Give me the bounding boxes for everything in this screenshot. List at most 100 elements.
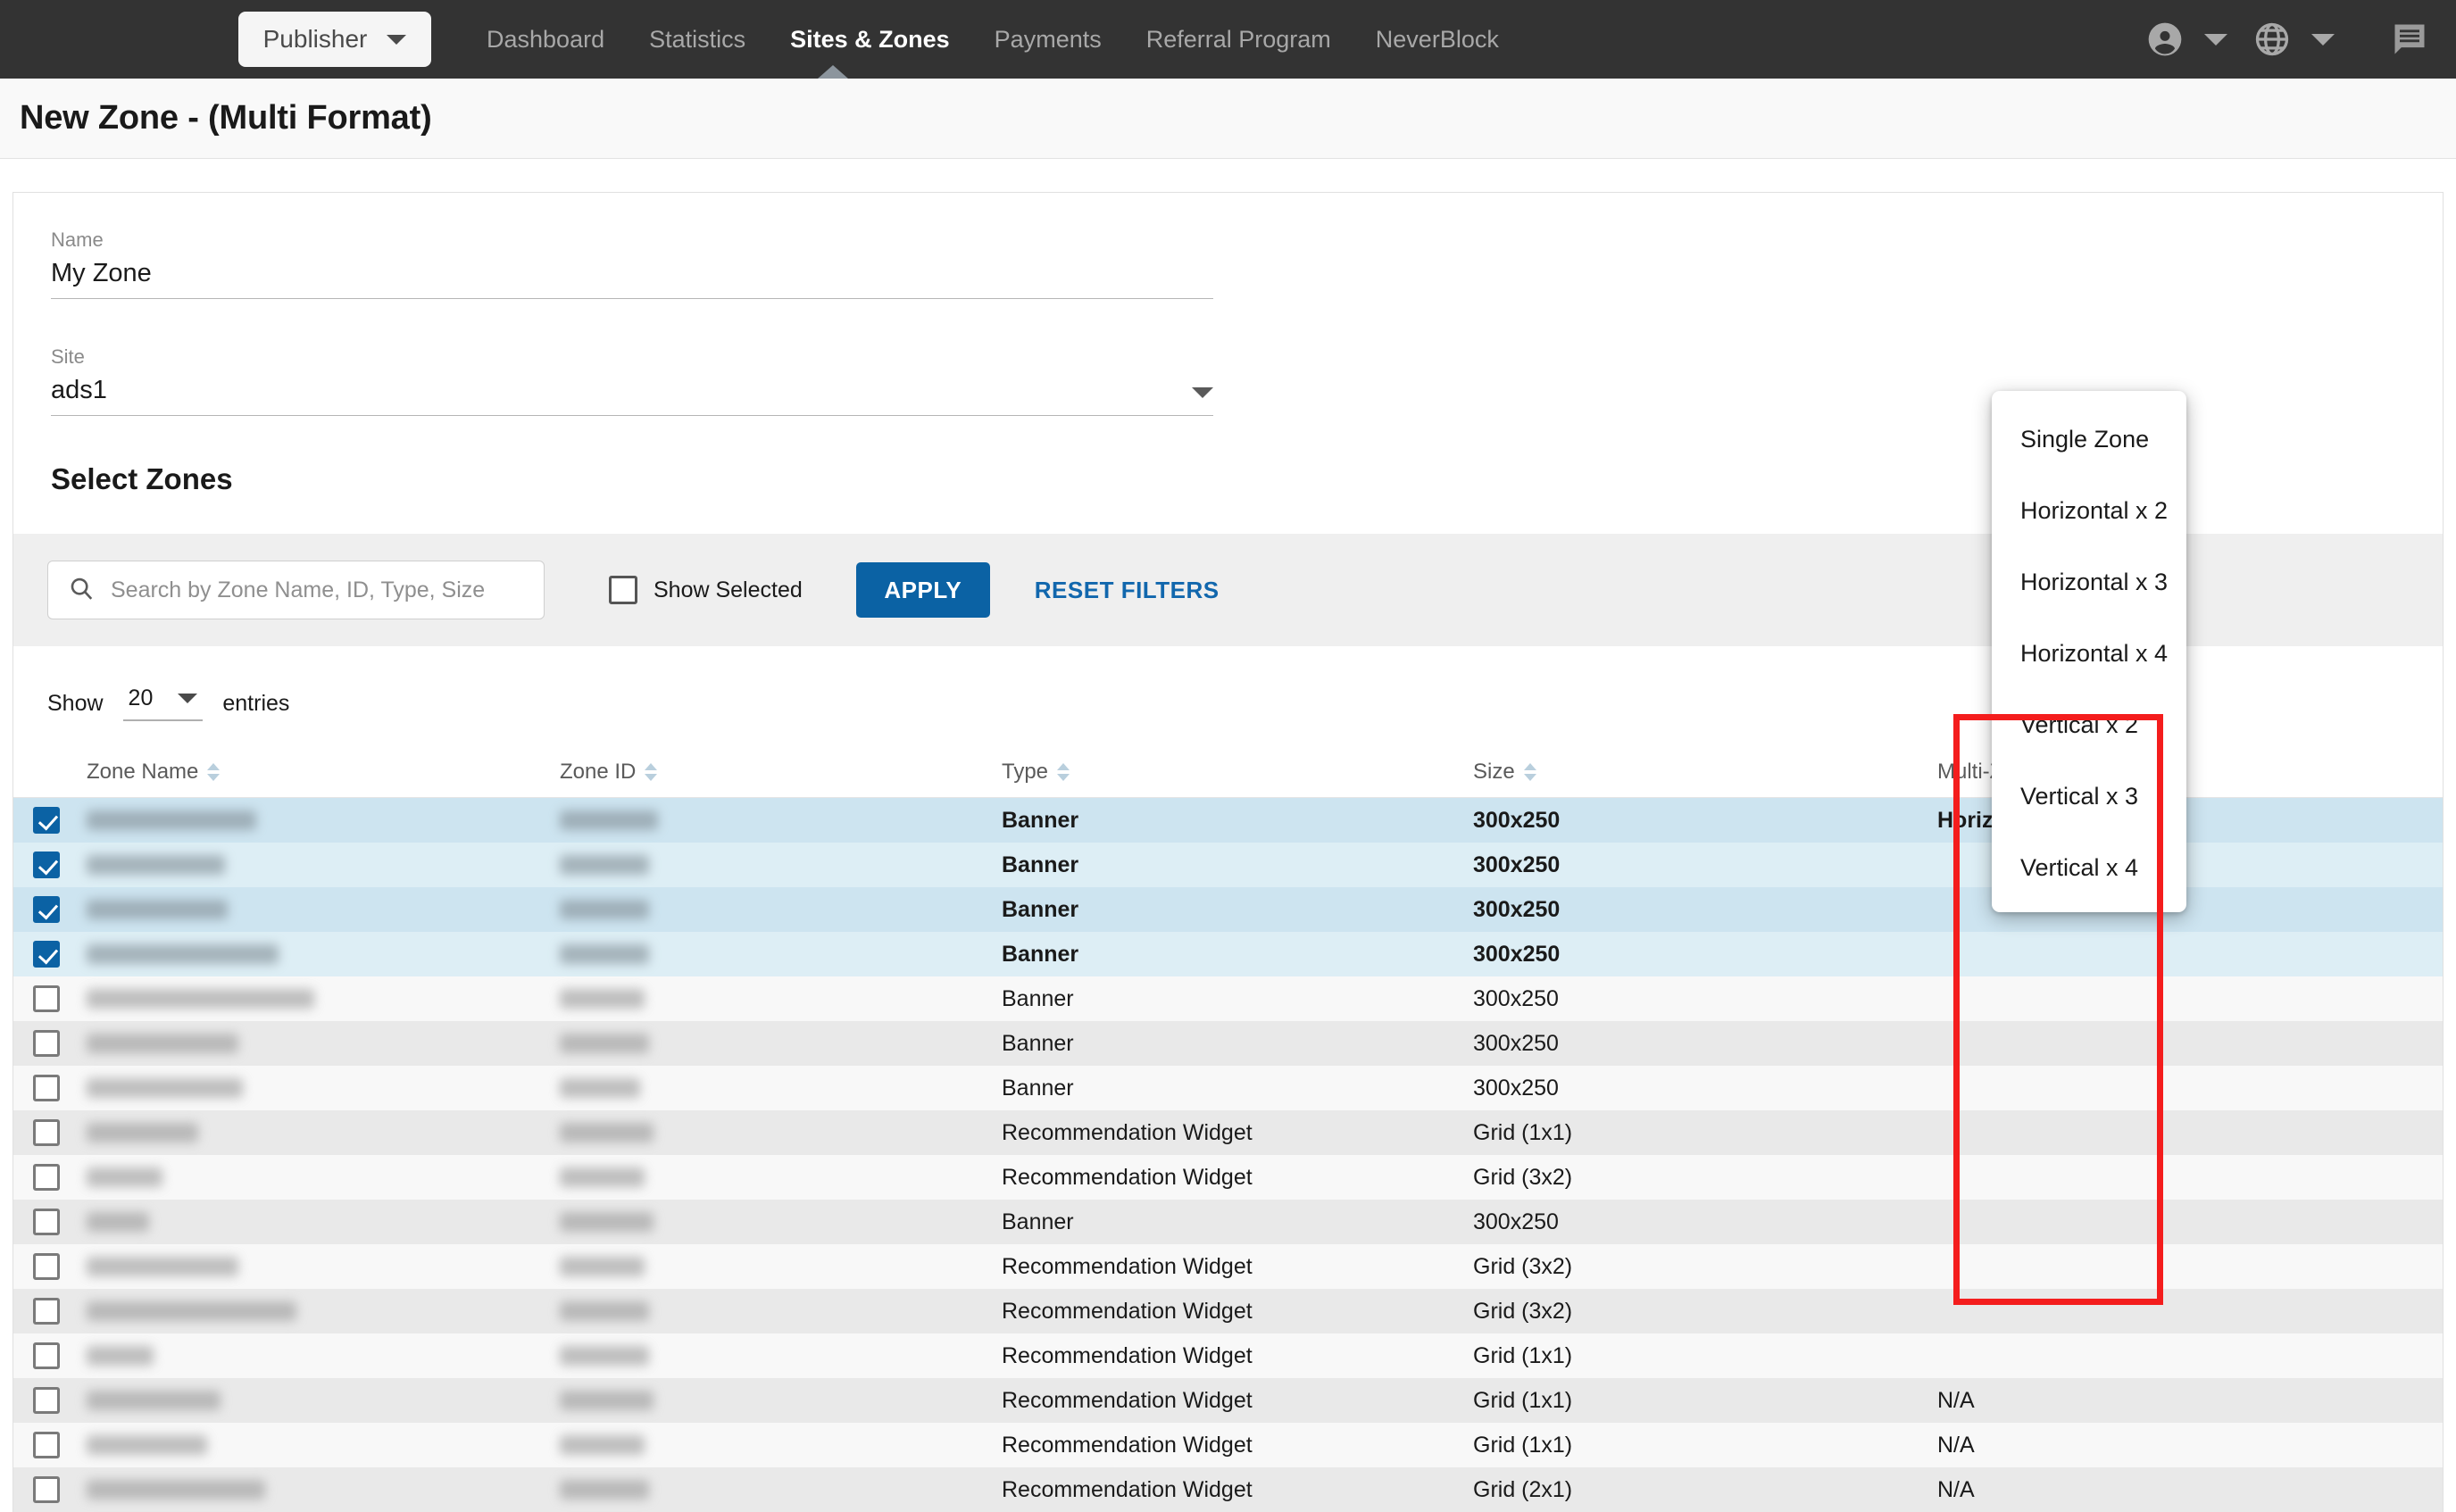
redacted-zone-id — [560, 1078, 640, 1098]
show-selected-label: Show Selected — [654, 577, 803, 603]
redacted-zone-id — [560, 944, 649, 964]
table-row[interactable]: Recommendation WidgetGrid (1x1) — [13, 1110, 2443, 1155]
sort-icon — [645, 763, 657, 781]
column-header-type[interactable]: Type — [1002, 760, 1473, 785]
row-checkbox-cell — [13, 1209, 60, 1235]
table-row[interactable]: Recommendation WidgetGrid (3x2) — [13, 1289, 2443, 1333]
account-circle-icon[interactable] — [2145, 20, 2185, 59]
nav-item-sites-and-zones[interactable]: Sites & Zones — [768, 26, 972, 54]
nav-item-payments[interactable]: Payments — [972, 26, 1124, 54]
row-select-checkbox[interactable] — [33, 1119, 60, 1146]
table-row[interactable]: Recommendation WidgetGrid (2x1)N/A — [13, 1467, 2443, 1512]
column-header-type-label: Type — [1002, 760, 1048, 785]
multi-zone-layout-option[interactable]: Vertical x 2 — [1992, 689, 2186, 760]
name-input[interactable]: My Zone — [51, 259, 1213, 299]
chevron-down-icon — [387, 35, 406, 45]
nav-item-dashboard[interactable]: Dashboard — [464, 26, 627, 54]
entries-count-select[interactable]: 20 — [123, 685, 204, 721]
column-header-zone-name[interactable]: Zone Name — [87, 760, 560, 785]
cell-size: Grid (1x1) — [1473, 1433, 1937, 1458]
column-header-size[interactable]: Size — [1473, 760, 1937, 785]
cell-size: Grid (3x2) — [1473, 1254, 1937, 1280]
cell-size: 300x250 — [1473, 808, 1937, 834]
row-select-checkbox[interactable] — [33, 852, 60, 878]
cell-type: Banner — [1002, 808, 1473, 834]
row-select-checkbox[interactable] — [33, 1209, 60, 1235]
redacted-zone-id — [560, 1480, 649, 1500]
redacted-zone-name — [87, 1480, 265, 1500]
redacted-zone-id — [560, 1301, 649, 1321]
row-select-checkbox[interactable] — [33, 1476, 60, 1503]
name-field-label: Name — [51, 228, 1213, 252]
row-select-checkbox[interactable] — [33, 807, 60, 834]
multi-zone-layout-option[interactable]: Horizontal x 2 — [1992, 475, 2186, 546]
cell-zone-id — [560, 1480, 1002, 1500]
redacted-zone-id — [560, 1034, 649, 1053]
redacted-zone-id — [560, 1257, 645, 1276]
multi-zone-layout-option[interactable]: Vertical x 4 — [1992, 832, 2186, 903]
row-checkbox-cell — [13, 1164, 60, 1191]
language-chevron-down-icon[interactable] — [2311, 34, 2335, 46]
globe-icon[interactable] — [2252, 20, 2292, 59]
cell-size: 300x250 — [1473, 942, 1937, 968]
nav-item-statistics[interactable]: Statistics — [627, 26, 768, 54]
cell-zone-id — [560, 1034, 1002, 1053]
table-row[interactable]: Recommendation WidgetGrid (1x1) — [13, 1333, 2443, 1378]
row-select-checkbox[interactable] — [33, 1030, 60, 1057]
row-select-checkbox[interactable] — [33, 1253, 60, 1280]
page-title: New Zone - (Multi Format) — [20, 99, 432, 137]
redacted-zone-id — [560, 1123, 654, 1142]
cell-type: Banner — [1002, 1209, 1473, 1235]
table-row[interactable]: Banner300x250 — [13, 1200, 2443, 1244]
cell-type: Banner — [1002, 1031, 1473, 1057]
publisher-account-switcher[interactable]: Publisher — [238, 12, 431, 67]
cell-zone-name — [60, 1257, 560, 1276]
nav-item-neverblock[interactable]: NeverBlock — [1353, 26, 1521, 54]
row-select-checkbox[interactable] — [33, 941, 60, 968]
row-select-checkbox[interactable] — [33, 985, 60, 1012]
table-row[interactable]: Banner300x250 — [13, 932, 2443, 976]
site-select[interactable]: ads1 — [51, 376, 1213, 416]
row-select-checkbox[interactable] — [33, 1432, 60, 1458]
cell-size: Grid (1x1) — [1473, 1388, 1937, 1414]
cell-size: 300x250 — [1473, 1031, 1937, 1057]
multi-zone-layout-option[interactable]: Vertical x 3 — [1992, 760, 2186, 832]
row-select-checkbox[interactable] — [33, 1164, 60, 1191]
row-checkbox-cell — [13, 1476, 60, 1503]
redacted-zone-id — [560, 1346, 649, 1366]
table-row[interactable]: Recommendation WidgetGrid (1x1)N/A — [13, 1378, 2443, 1423]
cell-zone-id — [560, 1167, 1002, 1187]
table-row[interactable]: Banner300x250 — [13, 976, 2443, 1021]
row-select-checkbox[interactable] — [33, 1342, 60, 1369]
multi-zone-layout-option[interactable]: Single Zone — [1992, 403, 2186, 475]
row-select-checkbox[interactable] — [33, 1298, 60, 1325]
table-row[interactable]: Recommendation WidgetGrid (1x1)N/A — [13, 1423, 2443, 1467]
site-chevron-down-icon — [1192, 387, 1213, 398]
table-row[interactable]: Banner300x250 — [13, 1066, 2443, 1110]
row-select-checkbox[interactable] — [33, 1075, 60, 1101]
cell-zone-name — [60, 1435, 560, 1455]
search-input[interactable]: Search by Zone Name, ID, Type, Size — [47, 561, 545, 619]
multi-zone-layout-option[interactable]: Horizontal x 4 — [1992, 618, 2186, 689]
row-checkbox-cell — [13, 1432, 60, 1458]
chat-icon[interactable] — [2390, 20, 2429, 59]
reset-filters-button[interactable]: RESET FILTERS — [1035, 577, 1220, 604]
table-row[interactable]: Banner300x250 — [13, 1021, 2443, 1066]
apply-button[interactable]: APPLY — [856, 562, 990, 618]
table-row[interactable]: Recommendation WidgetGrid (3x2) — [13, 1155, 2443, 1200]
account-chevron-down-icon[interactable] — [2204, 34, 2227, 46]
show-selected-checkbox[interactable]: Show Selected — [609, 576, 803, 604]
row-select-checkbox[interactable] — [33, 1387, 60, 1414]
redacted-zone-id — [560, 810, 658, 830]
multi-zone-layout-option[interactable]: Horizontal x 3 — [1992, 546, 2186, 618]
cell-zone-name — [60, 1078, 560, 1098]
nav-item-referral-program[interactable]: Referral Program — [1124, 26, 1353, 54]
table-row[interactable]: Recommendation WidgetGrid (3x2) — [13, 1244, 2443, 1289]
redacted-zone-name — [87, 1346, 154, 1366]
multi-zone-layout-dropdown-menu[interactable]: Single ZoneHorizontal x 2Horizontal x 3H… — [1992, 391, 2186, 912]
redacted-zone-name — [87, 989, 314, 1009]
cell-multi-zone-layout: N/A — [1937, 1477, 2402, 1503]
row-select-checkbox[interactable] — [33, 896, 60, 923]
column-header-zone-id[interactable]: Zone ID — [560, 760, 1002, 785]
entries-count-value: 20 — [129, 685, 154, 711]
